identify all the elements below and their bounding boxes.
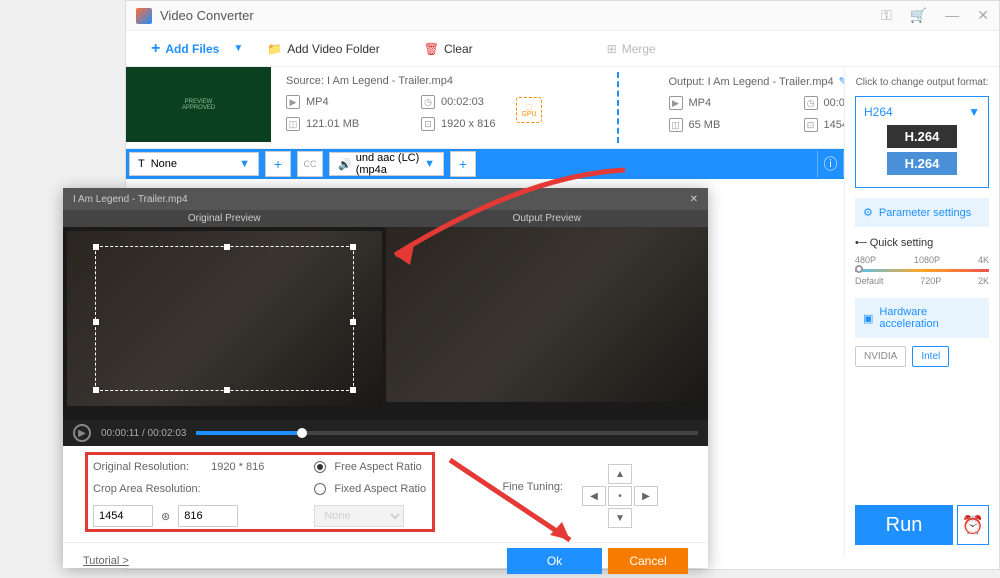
- intel-button[interactable]: Intel: [912, 346, 949, 367]
- tutorial-link[interactable]: Tutorial >: [83, 555, 129, 567]
- lock-aspect-icon[interactable]: ⊛: [161, 510, 170, 523]
- progress-slider[interactable]: [196, 431, 698, 435]
- gpu-badge: ⬚GPU: [516, 97, 542, 123]
- title-bar: Video Converter ⚿ 🛒 — ✕: [126, 1, 999, 31]
- merge-icon: ⊞: [607, 42, 617, 56]
- minimize-button[interactable]: —: [945, 7, 959, 24]
- plus-icon: +: [151, 40, 160, 58]
- dialog-close-button[interactable]: ✕: [690, 194, 698, 205]
- output-preview-image: [386, 227, 709, 402]
- playback-bar: ▶ 00:00:11 / 00:02:03: [63, 420, 708, 446]
- app-title: Video Converter: [160, 8, 254, 23]
- source-info: Source: I Am Legend - Trailer.mp4 ▶MP4 ◷…: [271, 67, 617, 148]
- crop-width-input[interactable]: [93, 505, 153, 527]
- crop-rectangle[interactable]: [95, 246, 354, 391]
- crop-dialog: I Am Legend - Trailer.mp4 ✕ Original Pre…: [63, 188, 708, 568]
- size-icon: ◫: [286, 117, 300, 131]
- h264-badge: H.264: [887, 125, 957, 148]
- parameter-settings-button[interactable]: ⚙ Parameter settings: [855, 198, 989, 227]
- add-files-button[interactable]: + Add Files: [141, 35, 229, 63]
- timecode: 00:00:11 / 00:02:03: [101, 428, 186, 439]
- trash-icon: 🗑: [424, 42, 439, 56]
- chip-icon: ▣: [863, 312, 873, 325]
- size-icon: ◫: [669, 118, 683, 132]
- cart-icon[interactable]: 🛒: [910, 7, 927, 24]
- add-folder-button[interactable]: 📁 Add Video Folder: [257, 37, 389, 61]
- nvidia-button[interactable]: NVIDIA: [855, 346, 906, 367]
- format-icon: ▶: [286, 95, 300, 109]
- free-aspect-radio[interactable]: [314, 461, 326, 473]
- fixed-aspect-radio[interactable]: [314, 483, 326, 495]
- schedule-button[interactable]: ⏰: [957, 505, 989, 545]
- cc-button[interactable]: CC: [297, 151, 323, 177]
- crop-controls: Original Resolution: 1920 * 816 Crop Are…: [63, 446, 708, 542]
- dialog-footer: Tutorial > Ok Cancel: [63, 542, 708, 578]
- original-preview: Original Preview: [63, 210, 386, 420]
- audio-dropdown[interactable]: 🔊und aac (LC) (mp4a▼: [329, 152, 444, 176]
- tune-down-button[interactable]: ▼: [608, 508, 632, 528]
- tune-up-button[interactable]: ▲: [608, 464, 632, 484]
- run-button[interactable]: Run: [855, 505, 953, 545]
- resolution-icon: ⊡: [804, 118, 818, 132]
- play-button[interactable]: ▶: [73, 424, 91, 442]
- resolution-icon: ⊡: [421, 117, 435, 131]
- quick-setting-label: •─ Quick setting: [855, 237, 989, 249]
- main-toolbar: + Add Files ▼ 📁 Add Video Folder 🗑 Clear…: [126, 31, 999, 67]
- hw-accel-button[interactable]: ▣ Hardware acceleration: [855, 298, 989, 338]
- close-button[interactable]: ✕: [977, 7, 989, 24]
- h264-badge-blue: H.264: [887, 152, 957, 175]
- tune-right-button[interactable]: ▶: [634, 486, 658, 506]
- tune-left-button[interactable]: ◀: [582, 486, 606, 506]
- tune-center-button[interactable]: •: [608, 486, 632, 506]
- format-label: Click to change output format:: [855, 77, 989, 88]
- sliders-icon: ⚙: [863, 206, 873, 219]
- clock-icon: ◷: [804, 96, 818, 110]
- add-files-dropdown[interactable]: ▼: [233, 43, 243, 54]
- app-logo-icon: [136, 8, 152, 24]
- format-selector[interactable]: H264▼ H.264 H.264: [855, 96, 989, 188]
- merge-button[interactable]: ⊞ Merge: [597, 37, 666, 61]
- folder-icon: 📁: [267, 42, 282, 56]
- crop-height-input[interactable]: [178, 505, 238, 527]
- fine-tuning-label: Fine Tuning:: [502, 481, 563, 493]
- output-preview: Output Preview: [386, 210, 709, 420]
- key-icon[interactable]: ⚿: [881, 7, 892, 24]
- add-audio-button[interactable]: +: [450, 151, 476, 177]
- quality-slider[interactable]: [855, 269, 989, 272]
- dialog-titlebar: I Am Legend - Trailer.mp4 ✕: [63, 188, 708, 210]
- video-thumbnail[interactable]: PREVIEWAPPROVED: [126, 67, 271, 142]
- fine-tuning-pad: ▲ ◀ • ▶ ▼: [582, 464, 658, 528]
- info-button[interactable]: ⓘ: [817, 151, 843, 177]
- original-preview-image[interactable]: [67, 231, 382, 406]
- clock-icon: ◷: [421, 95, 435, 109]
- add-subtitle-button[interactable]: +: [265, 151, 291, 177]
- clear-button[interactable]: 🗑 Clear: [414, 37, 483, 61]
- right-panel: Click to change output format: H264▼ H.2…: [844, 67, 999, 557]
- aspect-ratio-select[interactable]: None: [314, 505, 404, 527]
- chevron-down-icon: ▼: [968, 105, 980, 119]
- subtitle-dropdown[interactable]: TNone▼: [129, 152, 259, 176]
- format-icon: ▶: [669, 96, 683, 110]
